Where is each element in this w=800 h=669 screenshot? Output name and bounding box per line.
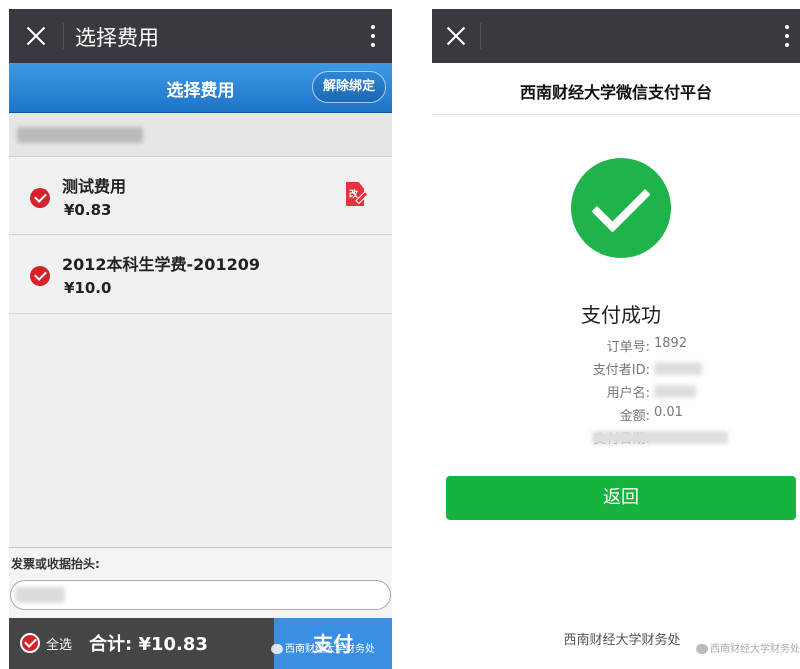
order-number-row: 订单号: 1892 — [432, 336, 732, 358]
divider — [480, 23, 481, 49]
amount-label: 金额: — [619, 409, 650, 424]
pay-date-row: 支付日期: — [432, 428, 732, 450]
more-options-icon[interactable] — [370, 23, 376, 49]
fee-list-item[interactable]: 2012本科生学费-201209 ¥10.0 — [9, 236, 392, 314]
payer-label: 支付者ID: — [592, 363, 650, 378]
back-button[interactable]: 返回 — [446, 476, 796, 520]
page-header: 西南财经大学微信支付平台 — [432, 63, 800, 115]
wechat-icon — [271, 644, 283, 654]
selected-check-icon[interactable] — [30, 266, 50, 286]
redacted-invoice-title — [15, 587, 65, 603]
edit-amount-icon[interactable]: 改 — [346, 182, 369, 210]
page-header: 选择费用 解除绑定 — [9, 63, 392, 113]
selected-check-icon[interactable] — [30, 188, 50, 208]
redacted-username — [654, 385, 696, 398]
page-title: 西南财经大学微信支付平台 — [519, 83, 712, 102]
invoice-label: 发票或收据抬头: — [11, 557, 100, 571]
redacted-payer-id — [654, 362, 702, 375]
unbind-button[interactable]: 解除绑定 — [312, 71, 386, 103]
success-title: 支付成功 — [581, 303, 661, 327]
username-label: 用户名: — [606, 386, 650, 401]
success-check-icon — [571, 158, 671, 258]
fee-name: 测试费用 — [62, 177, 127, 196]
close-icon[interactable] — [441, 21, 471, 51]
wechat-page-title: 选择费用 — [75, 26, 159, 50]
amount-row: 金额: 0.01 — [432, 405, 732, 427]
close-icon[interactable] — [21, 21, 51, 51]
divider — [63, 23, 64, 49]
payment-result-screen: 西南财经大学微信支付平台 支付成功 订单号: 1892 支付者ID: 用户名: … — [432, 9, 800, 669]
more-options-icon[interactable] — [784, 23, 790, 49]
redacted-pay-date — [592, 431, 728, 444]
select-all-check-icon[interactable] — [20, 633, 40, 653]
order-label: 订单号: — [606, 340, 650, 355]
invoice-section: 发票或收据抬头: — [9, 547, 392, 618]
payer-id-row: 支付者ID: — [432, 359, 732, 381]
invoice-title-input[interactable] — [10, 580, 391, 610]
username-row: 用户名: — [432, 382, 732, 404]
watermark: 西南财经大学财务处 — [696, 640, 800, 655]
select-all-label[interactable]: 全选 — [46, 634, 72, 653]
fee-name: 2012本科生学费-201209 — [62, 255, 260, 274]
wechat-top-bar — [432, 9, 800, 63]
wechat-icon — [696, 644, 708, 654]
redacted-student-id — [17, 127, 143, 143]
order-value: 1892 — [654, 336, 688, 351]
fee-price: ¥10.0 — [64, 279, 112, 297]
fee-price: ¥0.83 — [64, 201, 112, 219]
fee-list-item[interactable]: 测试费用 ¥0.83 改 — [9, 157, 392, 235]
amount-value: 0.01 — [654, 405, 683, 420]
fee-selection-screen: 选择费用 选择费用 解除绑定 测试费用 ¥0.83 改 2012本科生学费-20… — [9, 9, 392, 669]
wechat-top-bar: 选择费用 — [9, 9, 392, 63]
student-info-row — [9, 113, 392, 157]
screenshot-stage: 选择费用 选择费用 解除绑定 测试费用 ¥0.83 改 2012本科生学费-20… — [0, 0, 800, 669]
watermark: 西南财经大学财务处 — [271, 640, 375, 655]
total-amount: 合计: ¥10.83 — [89, 634, 208, 655]
